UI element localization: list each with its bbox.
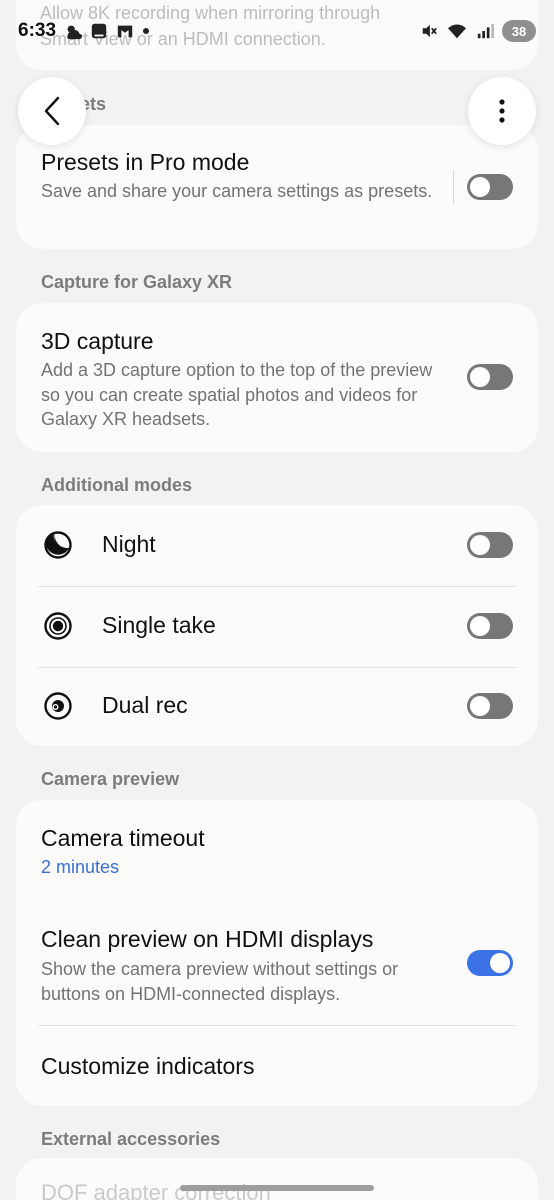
galaxy-xr-card: 3D capture Add a 3D capture option to th… [16, 303, 538, 452]
toggle-knob [470, 535, 490, 555]
home-indicator[interactable] [180, 1185, 374, 1191]
clean-preview-row[interactable]: Clean preview on HDMI displays Show the … [16, 900, 538, 1025]
toggle-separator [453, 170, 454, 204]
status-time: 6:33 [18, 20, 57, 41]
section-label-galaxy-xr: Capture for Galaxy XR [41, 272, 233, 292]
3d-capture-title: 3D capture [41, 328, 154, 354]
3d-capture-toggle[interactable] [467, 364, 513, 390]
presets-pro-mode-title: Presets in Pro mode [41, 149, 250, 175]
notification-dot-icon [143, 28, 150, 34]
dual-rec-icon [44, 692, 72, 720]
more-options-button[interactable] [468, 77, 536, 145]
presets-pro-mode-description: Save and share your camera settings as p… [41, 181, 433, 201]
mode-row-single-take[interactable]: Single take [16, 586, 538, 667]
more-vertical-icon [499, 99, 505, 123]
battery-indicator: 38 [502, 20, 536, 42]
toggle-knob [470, 696, 490, 716]
mode-label-dual-rec: Dual rec [102, 692, 188, 718]
camera-timeout-row[interactable]: Camera timeout 2 minutes [16, 800, 538, 900]
mode-row-dual-rec[interactable]: Dual rec [16, 667, 538, 746]
single-take-icon [44, 612, 72, 640]
section-label-external-accessories: External accessories [41, 1129, 221, 1149]
mode-label-single-take: Single take [102, 612, 216, 638]
mode-label-night: Night [102, 531, 156, 557]
back-button[interactable] [18, 77, 86, 145]
presets-pro-mode-toggle[interactable] [467, 174, 513, 200]
3d-capture-row[interactable]: 3D capture Add a 3D capture option to th… [16, 303, 538, 452]
clean-preview-title: Clean preview on HDMI displays [41, 926, 374, 952]
gmail-icon [117, 25, 133, 38]
3d-capture-description: Add a 3D capture option to the top of th… [41, 360, 433, 429]
clean-preview-toggle[interactable] [467, 950, 513, 976]
toggle-knob [470, 616, 490, 636]
additional-modes-card: Night Single take Dual rec [16, 505, 538, 746]
moon-icon [44, 531, 72, 559]
status-right: 38 [420, 20, 536, 42]
section-label-additional-modes: Additional modes [41, 475, 193, 495]
weather-icon [67, 25, 83, 40]
status-left: 6:33 [18, 20, 150, 42]
presets-pro-mode-row[interactable]: Presets in Pro mode Save and share your … [16, 125, 538, 249]
section-label-camera-preview: Camera preview [41, 769, 180, 789]
presets-card: Presets in Pro mode Save and share your … [16, 125, 538, 249]
signal-icon [477, 23, 494, 39]
toggle-knob [490, 953, 510, 973]
single-take-toggle[interactable] [467, 613, 513, 639]
chevron-left-icon [44, 96, 60, 126]
camera-timeout-title: Camera timeout [41, 825, 205, 851]
dual-rec-toggle[interactable] [467, 693, 513, 719]
customize-indicators-title: Customize indicators [41, 1053, 255, 1079]
status-bar: 6:33 38 [0, 0, 554, 62]
mute-icon [422, 24, 437, 38]
tablet-icon [91, 23, 107, 39]
camera-settings-page: Allow 8K recording when mirroring throug… [0, 0, 554, 1200]
mode-row-night[interactable]: Night [16, 505, 538, 586]
wifi-icon [448, 24, 466, 39]
camera-timeout-value: 2 minutes [41, 857, 120, 877]
toggle-knob [470, 177, 490, 197]
clean-preview-description: Show the camera preview without settings… [41, 959, 399, 1004]
night-toggle[interactable] [467, 532, 513, 558]
customize-indicators-row[interactable]: Customize indicators [16, 1025, 538, 1106]
camera-preview-card: Camera timeout 2 minutes Clean preview o… [16, 800, 538, 1106]
toggle-knob [470, 367, 490, 387]
